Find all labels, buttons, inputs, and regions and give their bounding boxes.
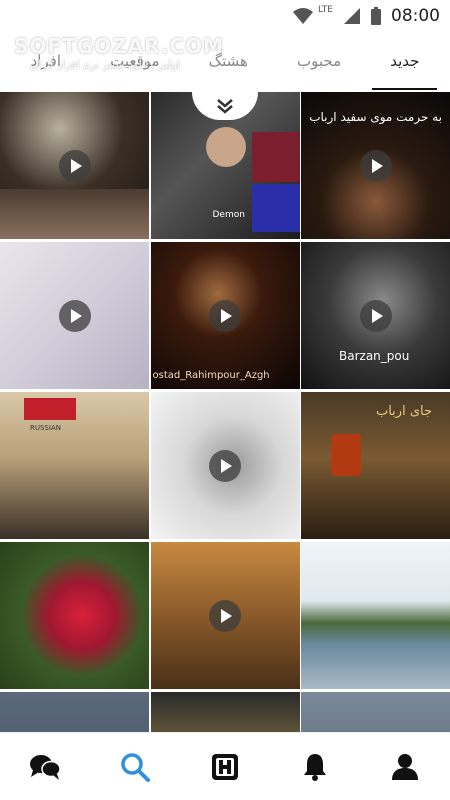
media-tile[interactable] xyxy=(0,692,149,732)
overlay-text: RUSSIAN xyxy=(30,424,61,432)
status-bar: LTE 08:00 xyxy=(0,0,450,32)
status-time: 08:00 xyxy=(391,6,440,26)
nav-notifications-button[interactable] xyxy=(290,742,340,792)
nav-search-button[interactable] xyxy=(110,742,160,792)
signal-icon xyxy=(344,8,360,24)
tile-caption: ostad_Rahimpour_Azgh xyxy=(152,370,270,381)
tab-hashtag[interactable]: هشتگ xyxy=(203,32,254,90)
tab-bar: جدید محبوب هشتگ موقعیت افراد xyxy=(0,32,450,90)
overlay-text: Demon xyxy=(212,210,245,220)
bottom-nav xyxy=(0,732,450,800)
play-icon xyxy=(359,149,392,182)
media-tile[interactable] xyxy=(301,692,450,732)
media-tile[interactable] xyxy=(150,542,300,689)
play-icon xyxy=(209,599,241,632)
tile-caption: جای ارباب xyxy=(375,404,432,419)
chat-icon xyxy=(30,754,61,780)
tab-location[interactable]: موقعیت xyxy=(104,32,165,90)
app-logo-icon xyxy=(212,753,238,780)
nav-chat-button[interactable] xyxy=(20,742,70,792)
tile-caption: Barzan_pou xyxy=(339,349,410,363)
media-tile[interactable] xyxy=(150,392,300,539)
nav-home-button[interactable] xyxy=(200,742,250,792)
nav-profile-button[interactable] xyxy=(380,742,430,792)
media-tile[interactable] xyxy=(301,542,450,689)
media-tile[interactable] xyxy=(150,692,300,732)
play-icon xyxy=(359,299,392,332)
media-tile[interactable] xyxy=(0,92,149,239)
media-tile[interactable]: Barzan_pou xyxy=(301,242,450,389)
search-icon xyxy=(121,752,150,782)
media-grid: Demon به حرمت موی سفید ارباب ostad_Rahim… xyxy=(0,92,450,732)
media-tile[interactable] xyxy=(0,242,149,389)
tile-caption: به حرمت موی سفید ارباب xyxy=(309,110,442,124)
double-chevron-down-icon xyxy=(217,99,233,114)
tab-popular[interactable]: محبوب xyxy=(291,32,347,90)
play-icon xyxy=(58,299,91,332)
media-tile[interactable]: جای ارباب xyxy=(301,392,450,539)
media-tile[interactable]: ostad_Rahimpour_Azgh xyxy=(150,242,300,389)
media-tile[interactable] xyxy=(0,542,149,689)
bell-icon xyxy=(304,753,326,781)
battery-icon xyxy=(371,7,381,25)
media-tile[interactable]: RUSSIAN xyxy=(0,392,149,539)
profile-icon xyxy=(392,753,418,780)
network-type-label: LTE xyxy=(318,5,333,15)
wifi-icon xyxy=(293,8,314,24)
tab-people[interactable]: افراد xyxy=(25,32,67,90)
media-tile[interactable]: به حرمت موی سفید ارباب xyxy=(301,92,450,239)
play-icon xyxy=(209,299,241,332)
tab-new[interactable]: جدید xyxy=(372,32,438,90)
play-icon xyxy=(58,149,91,182)
status-icons: LTE 08:00 xyxy=(292,5,440,27)
play-icon xyxy=(209,449,241,482)
